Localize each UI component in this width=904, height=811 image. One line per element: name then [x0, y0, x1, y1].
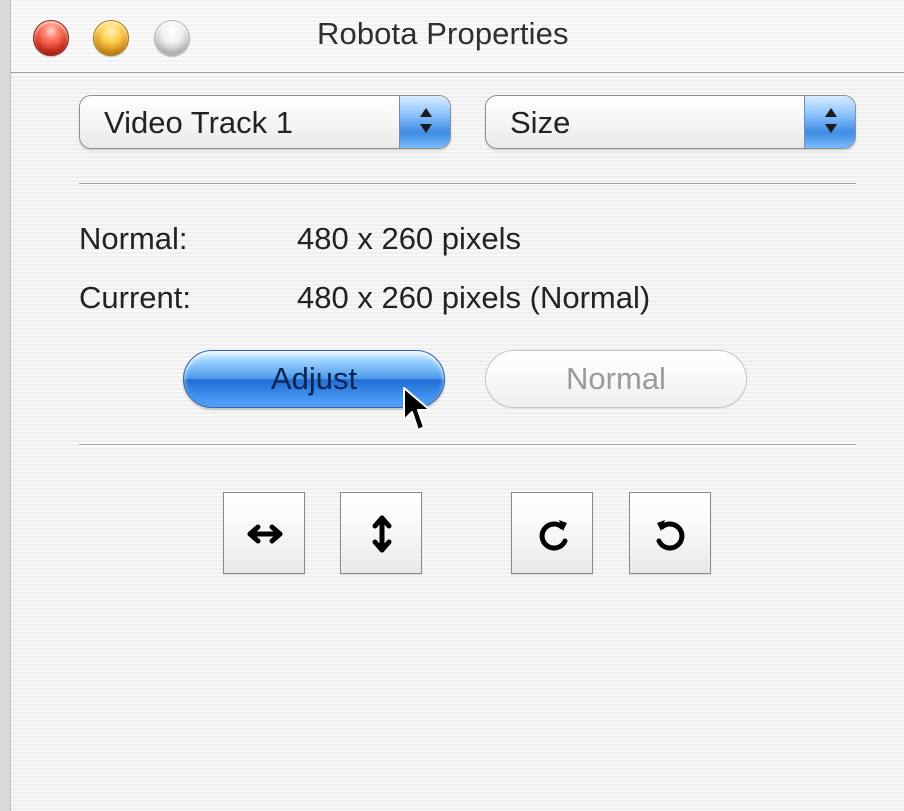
property-select-value: Size [510, 105, 571, 140]
arrow-down-icon [420, 124, 432, 133]
zoom-window-button[interactable] [154, 20, 190, 56]
normal-size-label: Normal: [79, 221, 188, 256]
minimize-window-button[interactable] [93, 20, 129, 56]
close-window-button[interactable] [33, 20, 69, 56]
arrow-up-icon [420, 108, 432, 117]
rotate-clockwise-button[interactable] [511, 492, 593, 574]
flip-vertical-button[interactable] [340, 492, 422, 574]
current-size-value: 480 x 260 pixels (Normal) [297, 280, 651, 315]
rotate-counterclockwise-button[interactable] [629, 492, 711, 574]
normal-size-value: 480 x 260 pixels [297, 221, 522, 256]
top-divider [79, 183, 856, 185]
window-title: Robota Properties [317, 16, 569, 51]
track-select-arrows-icon [399, 96, 450, 148]
bottom-divider [79, 444, 856, 446]
track-select-value: Video Track 1 [104, 105, 293, 140]
mouse-pointer-icon [403, 387, 431, 431]
arrow-down-icon [825, 124, 837, 133]
current-size-label: Current: [79, 280, 191, 315]
title-bar[interactable]: Robota Properties [11, 0, 904, 73]
property-select[interactable]: Size [485, 95, 856, 149]
property-select-arrows-icon [804, 96, 855, 148]
vertical-flip-icon [372, 515, 392, 553]
track-select[interactable]: Video Track 1 [79, 95, 451, 149]
rotate-counterclockwise-icon [656, 520, 685, 551]
arrow-up-icon [825, 108, 837, 117]
rotate-clockwise-icon [539, 520, 568, 551]
properties-window: Robota Properties Video Track 1 Size Nor… [10, 0, 904, 811]
horizontal-flip-icon [247, 524, 283, 544]
normal-button[interactable]: Normal [485, 350, 747, 408]
flip-horizontal-button[interactable] [223, 492, 305, 574]
